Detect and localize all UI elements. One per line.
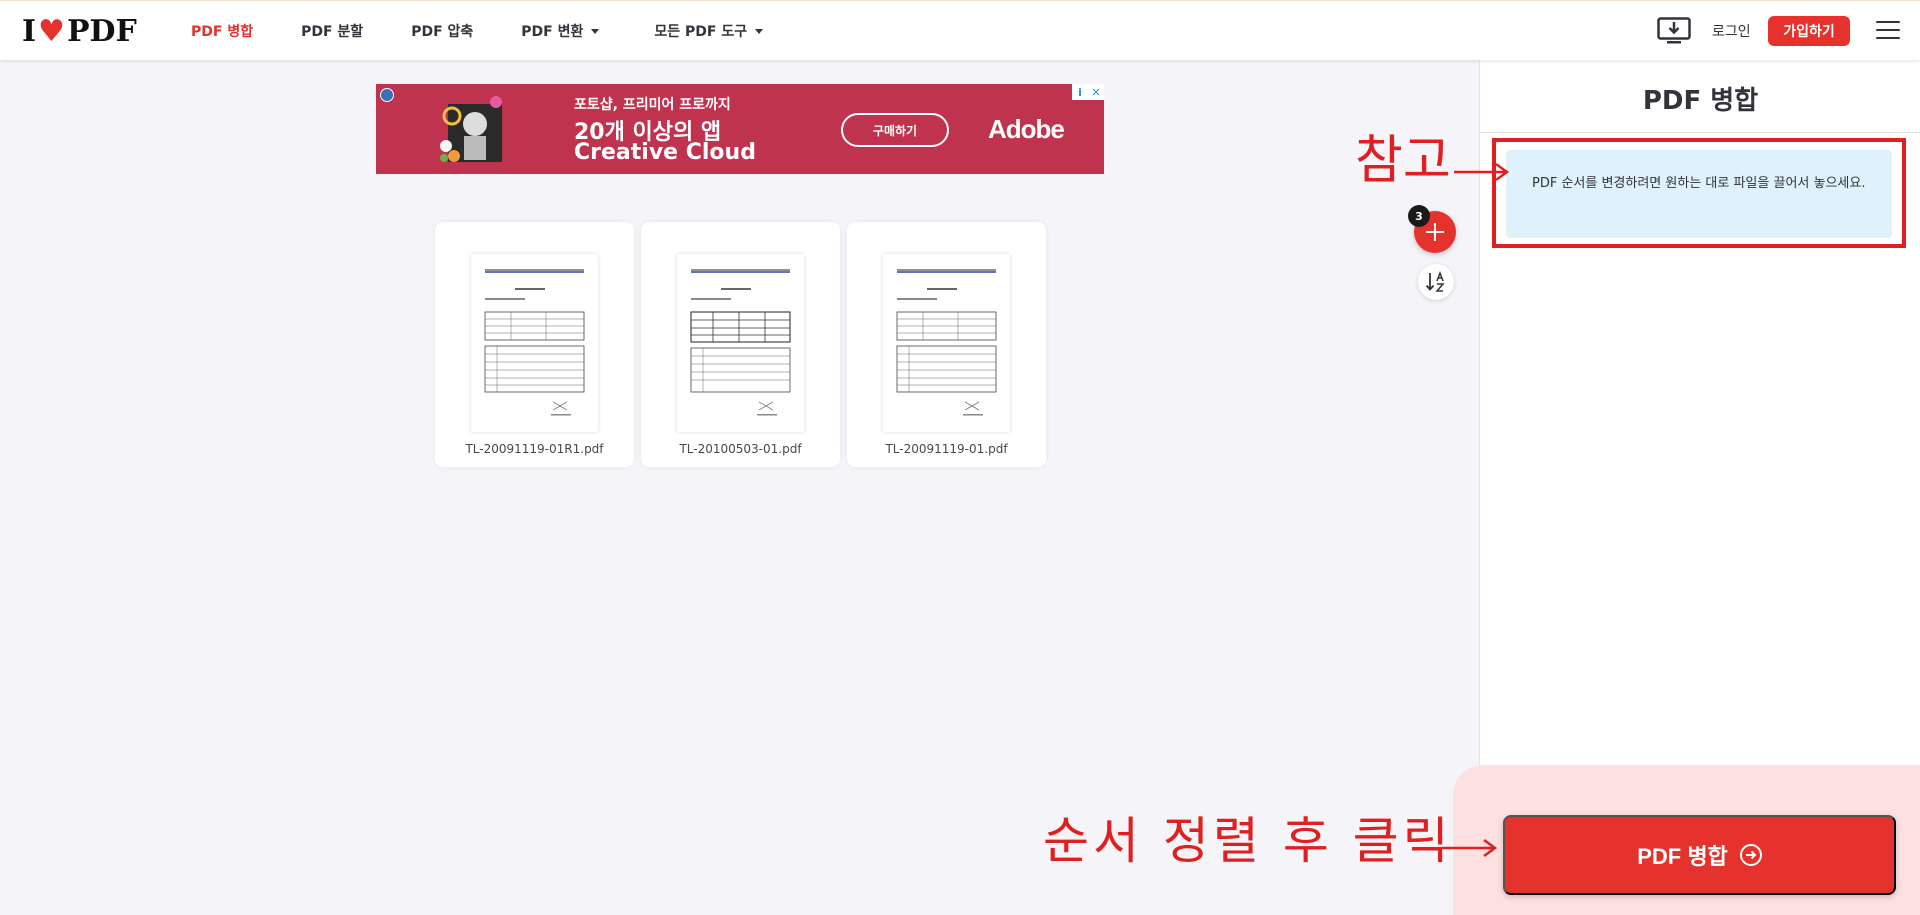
arrow-right-circle-icon	[1739, 844, 1762, 866]
sidebar-divider	[1480, 132, 1920, 133]
logo-text: PDF	[66, 13, 137, 49]
top-header: I ♥ PDF PDF 병합 PDF 분할 PDF 압축 PDF 변환 모든 P…	[0, 0, 1920, 60]
merge-button-label: PDF 병합	[1637, 844, 1728, 869]
desktop-download-icon[interactable]	[1657, 17, 1691, 45]
ad-product: Creative Cloud	[574, 140, 756, 165]
annotation-arrow-icon	[1442, 838, 1498, 858]
logo-letter: I	[22, 13, 37, 49]
nav-compress-pdf[interactable]: PDF 압축	[411, 21, 473, 41]
close-icon[interactable]: ✕	[1088, 84, 1104, 100]
annotation-arrow-icon	[1454, 162, 1510, 182]
main-nav: PDF 병합 PDF 분할 PDF 압축 PDF 변환 모든 PDF 도구	[191, 1, 764, 61]
merge-pdf-button[interactable]: PDF 병합	[1503, 815, 1896, 895]
login-link[interactable]: 로그인	[1712, 21, 1751, 41]
reorder-info-box: PDF 순서를 변경하려면 원하는 대로 파일을 끌어서 놓으세요.	[1506, 150, 1892, 238]
pdf-thumbnail	[883, 254, 1010, 432]
sort-az-icon	[1425, 270, 1445, 292]
signup-button[interactable]: 가입하기	[1768, 16, 1850, 46]
nav-convert-pdf[interactable]: PDF 변환	[521, 21, 600, 41]
chevron-down-icon	[755, 28, 764, 34]
pdf-thumbnail	[677, 254, 804, 432]
sidebar-title: PDF 병합	[1642, 86, 1759, 116]
ad-tagline: 포토샵, 프리미어 프로까지	[574, 97, 731, 113]
ad-choices-icon[interactable]	[380, 88, 394, 102]
info-icon[interactable]: i	[1072, 84, 1088, 100]
file-card[interactable]: TL-20100503-01.pdf	[641, 222, 840, 467]
file-card[interactable]: TL-20091119-01R1.pdf	[435, 222, 634, 467]
ad-brand-logo: Adobe	[988, 114, 1065, 144]
nav-merge-pdf[interactable]: PDF 병합	[191, 21, 253, 41]
file-card[interactable]: TL-20091119-01.pdf	[847, 222, 1046, 467]
annotation-instruction-text: 순서 정렬 후 클릭	[1043, 812, 1453, 870]
chevron-down-icon	[591, 28, 600, 34]
pdf-thumbnail	[471, 254, 598, 432]
file-name: TL-20100503-01.pdf	[679, 442, 802, 456]
ad-controls: i ✕	[1072, 84, 1104, 100]
annotation-note-text: 참고	[1355, 131, 1451, 191]
file-name: TL-20091119-01R1.pdf	[465, 442, 604, 456]
nav-all-tools[interactable]: 모든 PDF 도구	[654, 21, 764, 41]
file-count-badge: 3	[1408, 205, 1430, 227]
ad-buy-button[interactable]: 구매하기	[841, 113, 949, 147]
ad-banner[interactable]: i ✕ 포토샵, 프리미어 프로까지 20개 이상의 앱 Creative Cl…	[376, 84, 1104, 174]
sort-button[interactable]	[1418, 264, 1454, 300]
ad-illustration-icon	[440, 96, 502, 162]
ilovepdf-logo[interactable]: I ♥ PDF	[22, 13, 137, 49]
hamburger-menu-icon[interactable]	[1876, 21, 1900, 41]
file-name: TL-20091119-01.pdf	[885, 442, 1008, 456]
heart-icon: ♥	[38, 13, 65, 49]
nav-split-pdf[interactable]: PDF 분할	[301, 21, 363, 41]
